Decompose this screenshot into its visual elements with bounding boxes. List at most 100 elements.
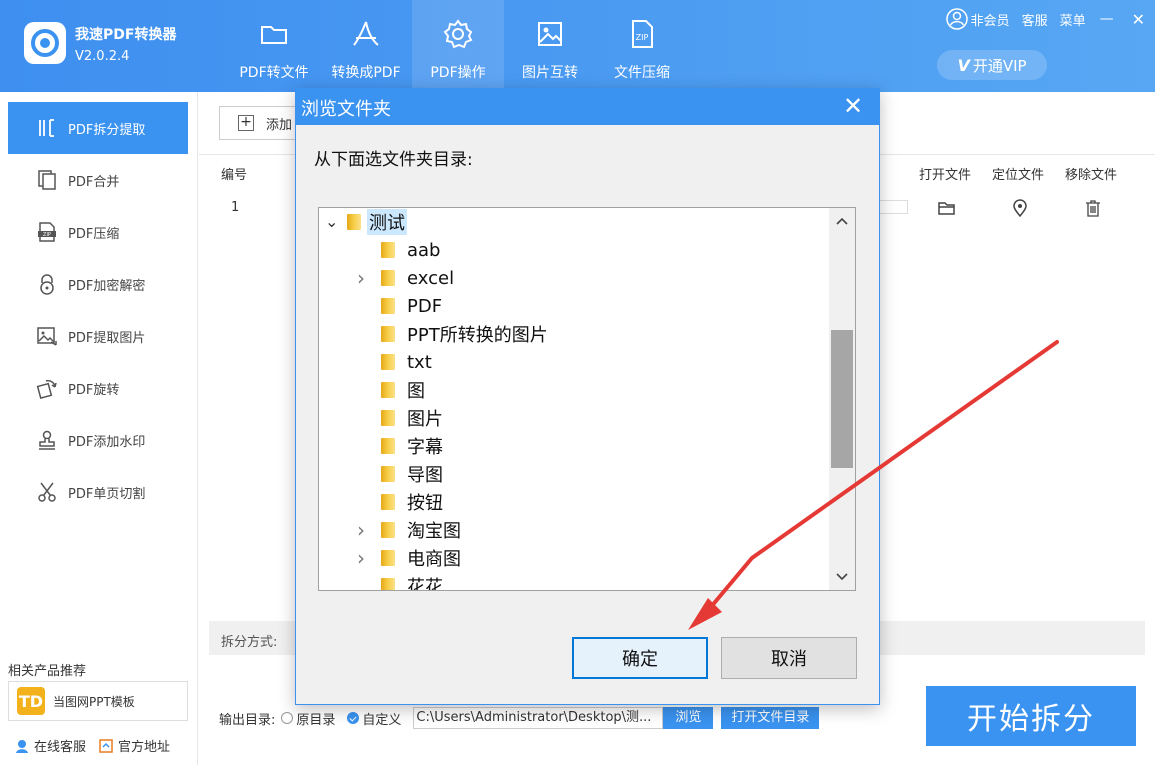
expand-chevron-icon[interactable]: › — [357, 266, 381, 290]
folder-icon — [381, 242, 395, 258]
output-dir-label: 输出目录: — [219, 712, 276, 728]
radio-custom-dir[interactable] — [347, 712, 360, 724]
ok-button[interactable]: 确定 — [572, 637, 708, 679]
expand-chevron-icon[interactable]: › — [357, 546, 381, 570]
sidebar-footer: 在线客服 官方地址 — [14, 736, 182, 755]
folder-icon — [261, 26, 287, 44]
col-num: 编号 — [221, 168, 248, 183]
collapse-chevron-icon[interactable]: ⌄ — [325, 214, 347, 230]
tab-pdf-operations[interactable]: PDF操作 — [412, 0, 504, 92]
folder-icon — [381, 466, 395, 482]
dialog-title: 浏览文件夹 — [301, 99, 391, 120]
open-vip-button[interactable]: V 开通VIP — [937, 50, 1047, 80]
folder-icon — [381, 550, 395, 566]
folder-tree[interactable]: ⌄ 测试 aab › excel PDF PPT所转换的图片 txt 图 图片 … — [318, 207, 856, 591]
minimize-button[interactable]: — — [1100, 11, 1114, 27]
folder-icon — [381, 270, 395, 286]
product-logo: TD — [17, 687, 45, 715]
sidebar-item-page-cut[interactable]: PDF单页切割 — [8, 466, 188, 518]
member-status[interactable]: 非会员 — [971, 10, 1010, 29]
online-service-link[interactable]: 在线客服 — [14, 736, 86, 755]
merge-icon — [38, 170, 56, 190]
tree-scrollbar[interactable] — [829, 208, 855, 590]
row-number: 1 — [231, 200, 240, 215]
tab-image-convert[interactable]: 图片互转 — [504, 0, 596, 92]
tree-item[interactable]: 字幕 — [381, 433, 443, 459]
sidebar-item-split[interactable]: PDF拆分提取 — [8, 102, 188, 154]
trash-icon[interactable] — [1083, 198, 1103, 218]
open-folder-icon[interactable] — [937, 198, 957, 218]
sidebar-item-merge[interactable]: PDF合并 — [8, 154, 188, 206]
official-site-link[interactable]: 官方地址 — [98, 736, 170, 755]
dialog-title-bar: 浏览文件夹 ✕ — [296, 89, 879, 125]
cancel-button[interactable]: 取消 — [721, 637, 857, 679]
open-dir-button[interactable]: 打开文件目录 — [721, 707, 820, 729]
zip-icon: ZIP — [38, 222, 56, 242]
vip-badge-icon: V — [957, 55, 970, 75]
related-product-link[interactable]: TD 当图网PPT模板 — [8, 681, 188, 721]
tab-convert-to-pdf[interactable]: 转换成PDF — [320, 0, 412, 92]
folder-icon — [381, 382, 395, 398]
folder-icon — [381, 410, 395, 426]
tree-item[interactable]: 图 — [381, 377, 425, 403]
location-pin-icon[interactable] — [1010, 198, 1030, 218]
gear-icon — [443, 19, 473, 49]
service-link[interactable]: 客服 — [1022, 10, 1048, 29]
scissors-icon — [38, 482, 56, 502]
svg-text:ZIP: ZIP — [636, 33, 649, 42]
svg-text:ZIP: ZIP — [43, 232, 51, 238]
browse-button[interactable]: 浏览 — [663, 707, 714, 729]
output-path-field[interactable]: C:\Users\Administrator\Desktop\测... — [413, 707, 664, 729]
headset-icon — [16, 739, 28, 753]
related-products-title: 相关产品推荐 — [8, 664, 87, 679]
close-button[interactable]: ✕ — [1132, 10, 1145, 29]
app-version: V2.0.2.4 — [75, 49, 130, 64]
start-split-button[interactable]: 开始拆分 — [926, 686, 1136, 746]
sidebar-item-compress[interactable]: ZIP PDF压缩 — [8, 206, 188, 258]
sidebar-item-rotate[interactable]: PDF旋转 — [8, 362, 188, 414]
scrollbar-thumb[interactable] — [831, 330, 853, 468]
dialog-close-button[interactable]: ✕ — [841, 93, 865, 119]
folder-icon — [381, 494, 395, 510]
tree-item[interactable]: 花花 — [381, 573, 443, 590]
folder-icon — [381, 578, 395, 590]
sidebar-item-encrypt[interactable]: PDF加密解密 — [8, 258, 188, 310]
scroll-down-icon[interactable] — [835, 570, 849, 584]
tab-file-compress[interactable]: ZIP 文件压缩 — [596, 0, 688, 92]
col-open: 打开文件 — [919, 168, 972, 183]
tree-item-root[interactable]: ⌄ 测试 — [325, 209, 407, 235]
zip-icon: ZIP — [632, 20, 653, 48]
app-logo — [24, 22, 66, 64]
menu-link[interactable]: 菜单 — [1060, 10, 1086, 29]
folder-icon — [381, 298, 395, 314]
window-controls: 非会员 客服 菜单 — ✕ — [945, 8, 1145, 30]
option-custom-label: 自定义 — [362, 712, 402, 728]
tree-item[interactable]: txt — [381, 349, 432, 375]
tree-item[interactable]: 导图 — [381, 461, 443, 487]
radio-original-dir[interactable] — [281, 712, 294, 724]
tree-item[interactable]: 按钮 — [381, 489, 443, 515]
tree-item[interactable]: › 淘宝图 — [357, 517, 461, 543]
option-original-label: 原目录 — [296, 712, 336, 728]
tree-item[interactable]: PPT所转换的图片 — [381, 321, 548, 347]
folder-icon — [381, 522, 395, 538]
split-icon — [39, 119, 54, 137]
output-dir-row: 输出目录: 原目录 自定义 C:\Users\Administrator\Des… — [219, 706, 820, 730]
rotate-icon — [36, 379, 57, 399]
scroll-up-icon[interactable] — [835, 214, 849, 228]
tree-item[interactable]: › 电商图 — [357, 545, 461, 571]
image-icon — [538, 22, 562, 46]
sidebar-item-watermark[interactable]: PDF添加水印 — [8, 414, 188, 466]
tree-item[interactable]: › excel — [357, 265, 454, 291]
expand-chevron-icon[interactable]: › — [357, 518, 381, 542]
tree-item[interactable]: PDF — [381, 293, 442, 319]
tree-item[interactable]: aab — [381, 237, 441, 263]
col-locate: 定位文件 — [992, 168, 1045, 183]
tree-item[interactable]: 图片 — [381, 405, 443, 431]
folder-icon — [381, 438, 395, 454]
tab-pdf-to-file[interactable]: PDF转文件 — [228, 0, 320, 92]
browse-folder-dialog: 浏览文件夹 ✕ 从下面选文件夹目录: ⌄ 测试 aab › excel PDF … — [295, 88, 880, 705]
sidebar-item-extract-images[interactable]: PDF提取图片 — [8, 310, 188, 362]
image-icon — [37, 327, 57, 346]
app-name: 我速PDF转换器 — [75, 27, 177, 43]
